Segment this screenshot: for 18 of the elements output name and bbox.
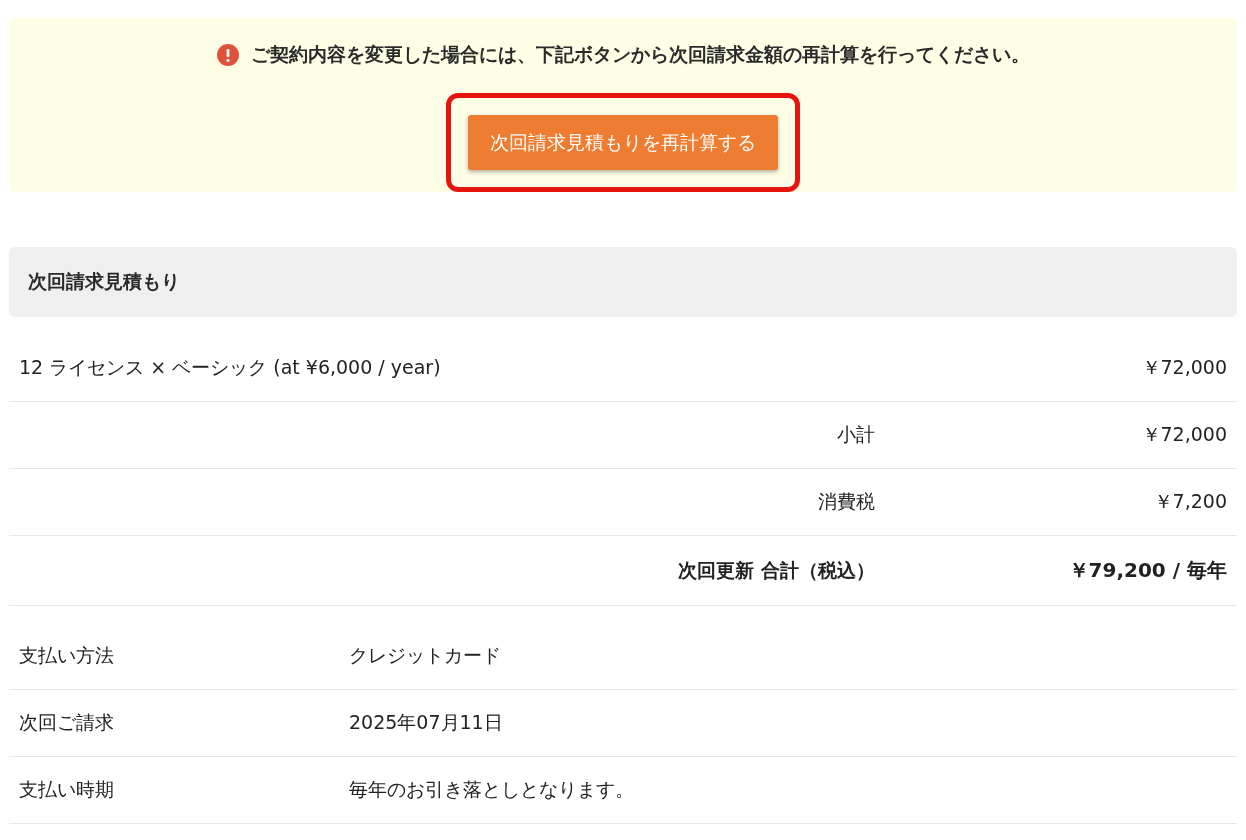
detail-label: 次回ご請求 xyxy=(18,710,115,735)
amount-cell-text: ￥7,200 xyxy=(1152,489,1228,514)
detail-label: 支払い時期 xyxy=(18,777,115,802)
summary-label: 小計 xyxy=(836,422,876,447)
total-label: 次回更新 合計（税込） xyxy=(677,557,876,583)
amount-cell-text: ￥72,000 xyxy=(1140,355,1228,380)
detail-value: 2025年07月11日 xyxy=(348,710,504,735)
notice-message: ご契約内容を変更した場合には、下記ボタンから次回請求金額の再計算を行ってください。 xyxy=(250,42,1030,67)
alert-icon xyxy=(216,44,239,66)
detail-label: 支払い方法 xyxy=(18,643,115,668)
detail-value: クレジットカード xyxy=(348,643,502,668)
amount-cell-text: ￥72,000 xyxy=(1140,422,1228,447)
section-title: 次回請求見積もり xyxy=(28,269,180,294)
line-item-label: 12 ライセンス × ベーシック (at ¥6,000 / year) xyxy=(18,355,442,380)
detail-value: 毎年のお引き落としとなります。 xyxy=(348,777,635,802)
summary-label: 消費税 xyxy=(817,489,876,514)
total-amount: ￥79,200 / 毎年 xyxy=(1067,557,1228,584)
recalculate-button[interactable]: 次回請求見積もりを再計算する xyxy=(468,115,778,170)
